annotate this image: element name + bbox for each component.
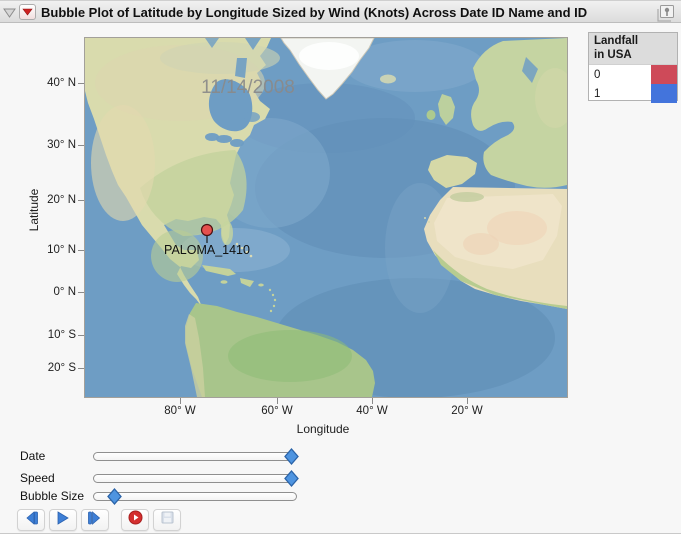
- record-button[interactable]: [121, 509, 149, 531]
- y-axis-tick-label: 20° S: [47, 362, 76, 374]
- y-axis-tick: [78, 250, 84, 251]
- y-axis-tick-label: 0° N: [53, 286, 77, 298]
- y-axis-tick: [78, 83, 84, 84]
- slider-handle-date[interactable]: [283, 448, 299, 465]
- play-button[interactable]: [49, 509, 77, 531]
- x-axis-tick-label: 60° W: [261, 405, 293, 417]
- disclosure-triangle-icon[interactable]: [3, 8, 16, 18]
- slider-handle-bubble-size[interactable]: [106, 488, 122, 505]
- save-icon: [160, 510, 175, 530]
- legend-item-label: 1: [594, 87, 601, 100]
- save-button[interactable]: [153, 509, 181, 531]
- x-axis-tick-label: 80° W: [164, 405, 196, 417]
- legend-landfall-in-usa: Landfall in USA 0 1: [588, 32, 678, 103]
- y-axis-tick-label: 10° S: [47, 329, 76, 341]
- record-icon: [128, 510, 143, 530]
- x-axis-tick-label: 20° W: [451, 405, 483, 417]
- step-forward-button[interactable]: [81, 509, 109, 531]
- y-axis-tick-label: 10° N: [47, 244, 76, 256]
- x-axis-tick: [372, 398, 373, 404]
- slider-label-date: Date: [20, 449, 46, 463]
- red-triangle-menu-button[interactable]: [19, 4, 36, 20]
- x-axis-tick: [277, 398, 278, 404]
- play-icon: [55, 510, 71, 530]
- map-plot-frame: 11/14/2008 PALOMA_1410: [84, 37, 575, 398]
- x-axis-tick-label: 40° W: [356, 405, 388, 417]
- red-triangle-icon: [22, 8, 33, 16]
- y-axis-tick: [78, 292, 84, 293]
- x-axis-title: Longitude: [296, 422, 350, 436]
- slider-label-bubble-size: Bubble Size: [20, 489, 85, 503]
- legend-item[interactable]: 1: [589, 84, 677, 103]
- y-axis-tick: [78, 145, 84, 146]
- step-back-icon: [23, 510, 39, 530]
- pin-report-icon[interactable]: [654, 3, 677, 23]
- y-axis-title: Latitude: [27, 188, 41, 232]
- bubble-label: PALOMA_1410: [164, 243, 250, 257]
- map-image[interactable]: 11/14/2008 PALOMA_1410: [85, 37, 575, 398]
- jmp-bubble-plot-window: Bubble Plot of Latitude by Longitude Siz…: [0, 0, 681, 536]
- report-title: Bubble Plot of Latitude by Longitude Siz…: [41, 5, 588, 20]
- slider-track-speed[interactable]: [93, 474, 297, 483]
- step-forward-icon: [87, 510, 103, 530]
- legend-header-line2: in USA: [594, 49, 632, 61]
- legend-item[interactable]: 0: [589, 65, 677, 84]
- y-axis-tick-label: 40° N: [47, 77, 76, 89]
- slider-track-date[interactable]: [93, 452, 297, 461]
- y-axis-tick-label: 30° N: [47, 139, 76, 151]
- legend-item-label: 0: [594, 68, 601, 81]
- slider-track-bubble-size[interactable]: [93, 492, 297, 501]
- legend-header: Landfall in USA: [589, 33, 677, 65]
- step-back-button[interactable]: [17, 509, 45, 531]
- report-title-bar: Bubble Plot of Latitude by Longitude Siz…: [0, 0, 681, 23]
- y-axis-tick: [78, 368, 84, 369]
- y-axis-tick: [78, 200, 84, 201]
- legend-item-swatch[interactable]: [651, 65, 677, 84]
- slider-label-speed: Speed: [20, 471, 55, 485]
- x-axis-tick: [467, 398, 468, 404]
- slider-handle-speed[interactable]: [283, 470, 299, 487]
- legend-item-swatch[interactable]: [651, 84, 677, 103]
- y-axis-tick: [78, 335, 84, 336]
- date-annotation: 11/14/2008: [201, 77, 295, 98]
- legend-header-line1: Landfall: [594, 35, 639, 47]
- x-axis-tick: [180, 398, 181, 404]
